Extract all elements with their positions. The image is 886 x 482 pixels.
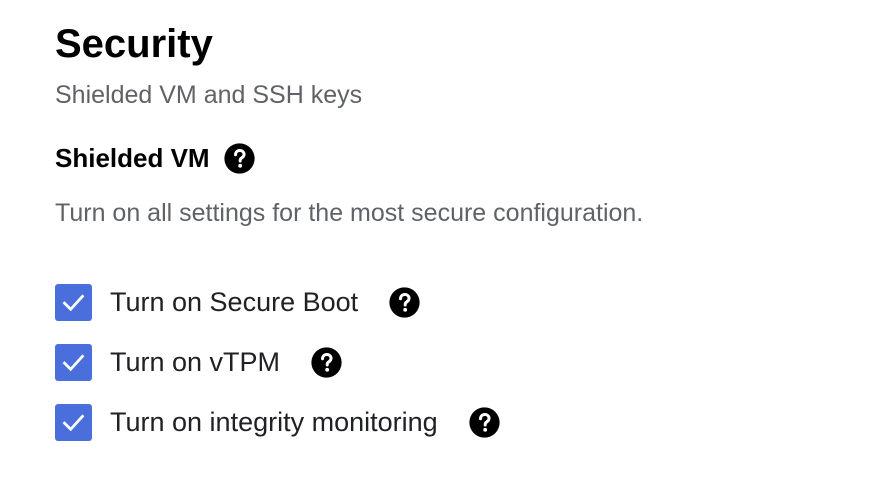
vtpm-checkbox[interactable] <box>55 343 92 381</box>
checkmark-icon <box>62 293 85 311</box>
shielded-vm-description: Turn on all settings for the most secure… <box>55 199 644 227</box>
vtpm-help-icon[interactable] <box>310 346 343 379</box>
page-subtitle: Shielded VM and SSH keys <box>55 81 363 109</box>
shielded-vm-options: Turn on Secure Boot Turn on vTPM Turn on… <box>55 283 501 463</box>
shielded-vm-help-icon[interactable] <box>223 142 256 175</box>
page-title: Security <box>55 22 213 66</box>
integrity-monitoring-option: Turn on integrity monitoring <box>55 403 501 441</box>
checkmark-icon <box>62 413 85 431</box>
secure-boot-help-icon[interactable] <box>388 286 421 319</box>
vtpm-option: Turn on vTPM <box>55 343 501 381</box>
secure-boot-option: Turn on Secure Boot <box>55 283 501 321</box>
secure-boot-checkbox[interactable] <box>55 283 92 321</box>
integrity-monitoring-checkbox[interactable] <box>55 403 92 441</box>
shielded-vm-heading-text: Shielded VM <box>55 143 210 173</box>
shielded-vm-heading: Shielded VM <box>55 141 256 175</box>
checkmark-icon <box>62 353 85 371</box>
integrity-monitoring-help-icon[interactable] <box>468 406 501 439</box>
vtpm-label[interactable]: Turn on vTPM <box>110 345 280 379</box>
integrity-monitoring-label[interactable]: Turn on integrity monitoring <box>110 405 438 439</box>
secure-boot-label[interactable]: Turn on Secure Boot <box>110 285 358 319</box>
